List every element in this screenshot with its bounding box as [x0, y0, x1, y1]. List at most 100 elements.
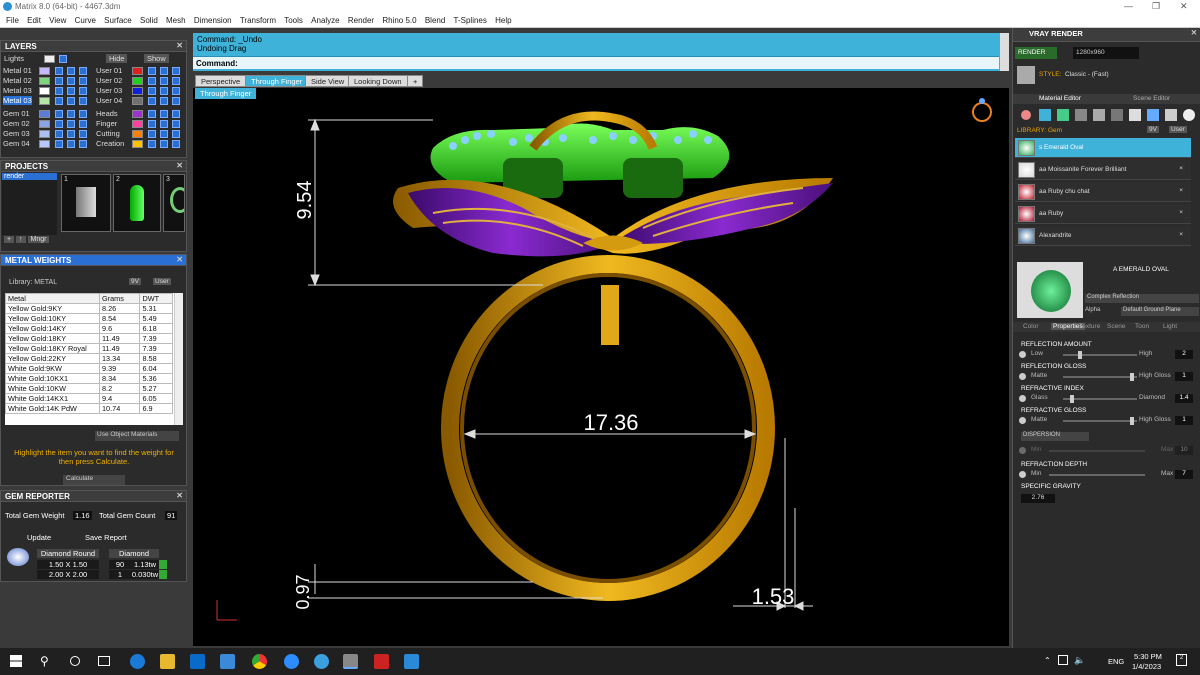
- layer-color-swatch[interactable]: [132, 130, 143, 138]
- cortana-icon[interactable]: [70, 656, 80, 666]
- gem-tool-icon[interactable]: [1039, 109, 1051, 121]
- layer-toggle-icon[interactable]: [79, 97, 87, 105]
- menu-surface[interactable]: Surface: [104, 16, 132, 25]
- slider-thumb[interactable]: [1129, 417, 1134, 425]
- command-input[interactable]: Command:: [193, 56, 999, 69]
- visibility-icon[interactable]: [67, 77, 75, 85]
- delete-icon[interactable]: ×: [1179, 231, 1183, 238]
- library-user-button[interactable]: User: [153, 278, 171, 285]
- visibility-icon[interactable]: [160, 87, 168, 95]
- lock-icon[interactable]: [148, 110, 156, 118]
- layer-toggle-icon[interactable]: [79, 110, 87, 118]
- layer-row-right-6[interactable]: Cutting: [96, 129, 186, 139]
- layer-toggle-icon[interactable]: [172, 87, 180, 95]
- tab-add[interactable]: +: [407, 75, 424, 87]
- table-row[interactable]: White Gold:14KX1 9.4 6.05: [5, 393, 173, 404]
- menu-render[interactable]: Render: [348, 16, 374, 25]
- library-9v-button[interactable]: 9V: [1147, 126, 1159, 133]
- layer-row-right-4[interactable]: Heads: [96, 109, 186, 119]
- material-item[interactable]: aa Ruby chu chat ×: [1015, 182, 1191, 202]
- slider-thumb[interactable]: [1077, 351, 1082, 359]
- style-value[interactable]: Classic - (Fast): [1065, 71, 1109, 78]
- property-slider[interactable]: Matte High Gloss 1: [1019, 416, 1195, 426]
- clock-time[interactable]: 5:30 PM: [1134, 652, 1162, 661]
- visibility-icon[interactable]: [160, 110, 168, 118]
- tab-through-finger[interactable]: Through Finger: [245, 75, 309, 87]
- language-indicator[interactable]: ENG: [1108, 657, 1124, 666]
- slider-value[interactable]: 7: [1175, 470, 1193, 479]
- layer-color-swatch[interactable]: [39, 67, 50, 75]
- tab-side-view[interactable]: Side View: [305, 75, 351, 87]
- layer-toggle-icon[interactable]: [172, 130, 180, 138]
- layer-color-swatch[interactable]: [39, 87, 50, 95]
- layer-toggle-icon[interactable]: [79, 87, 87, 95]
- specific-gravity-value[interactable]: 2.76: [1021, 494, 1055, 503]
- layer-toggle-icon[interactable]: [172, 97, 180, 105]
- menu-curve[interactable]: Curve: [75, 16, 96, 25]
- layer-row-left-5[interactable]: Gem 02: [3, 119, 93, 129]
- metal-tool-icon[interactable]: [1057, 109, 1069, 121]
- table-row[interactable]: White Gold:10KW 8.2 5.27: [5, 383, 173, 394]
- lock-icon[interactable]: [148, 120, 156, 128]
- menu-view[interactable]: View: [49, 16, 66, 25]
- dispersion-select[interactable]: DISPERSION: [1021, 432, 1089, 441]
- menu-transform[interactable]: Transform: [240, 16, 276, 25]
- layer-row-right-2[interactable]: User 03: [96, 86, 186, 96]
- clock-date[interactable]: 1/4/2023: [1132, 662, 1161, 671]
- close-icon[interactable]: ✕: [176, 161, 183, 170]
- delete-icon[interactable]: ×: [1179, 209, 1183, 216]
- store-icon[interactable]: [190, 654, 205, 669]
- light-tool-icon[interactable]: [1183, 109, 1195, 121]
- tab-perspective[interactable]: Perspective: [195, 75, 247, 87]
- layer-color-swatch[interactable]: [39, 130, 50, 138]
- layer-row-right-1[interactable]: User 02: [96, 76, 186, 86]
- menu-edit[interactable]: Edit: [27, 16, 41, 25]
- tab-color[interactable]: Color: [1023, 323, 1039, 330]
- close-icon[interactable]: ✕: [176, 255, 183, 264]
- layer-toggle-icon[interactable]: [172, 110, 180, 118]
- visibility-icon[interactable]: [160, 67, 168, 75]
- ground-plane-select[interactable]: Default Ground Plane: [1121, 307, 1199, 316]
- visibility-icon[interactable]: [67, 120, 75, 128]
- show-button[interactable]: Show: [144, 54, 169, 63]
- network-icon[interactable]: [1058, 655, 1068, 665]
- delete-icon[interactable]: ×: [1179, 165, 1183, 172]
- layer-toggle-icon[interactable]: [172, 140, 180, 148]
- layer-row-right-3[interactable]: User 04: [96, 96, 186, 106]
- material-tool-icon[interactable]: [1093, 109, 1105, 121]
- layer-row-left-6[interactable]: Gem 03: [3, 129, 93, 139]
- visibility-icon[interactable]: [160, 130, 168, 138]
- layer-color-swatch[interactable]: [132, 87, 143, 95]
- tray-chevron-icon[interactable]: ⌃: [1044, 656, 1051, 665]
- notification-icon[interactable]: 2: [1176, 654, 1187, 666]
- use-object-materials-select[interactable]: Use Object Materials: [95, 431, 179, 441]
- gem-row-go-icon[interactable]: [159, 560, 167, 569]
- menu-tsplines[interactable]: T-Splines: [454, 16, 487, 25]
- tab-scene-editor[interactable]: Scene Editor: [1133, 95, 1170, 102]
- slider-value[interactable]: 10: [1175, 446, 1193, 455]
- menu-file[interactable]: File: [6, 16, 19, 25]
- hide-button[interactable]: Hide: [106, 54, 128, 63]
- layer-row-left-0[interactable]: Metal 01: [3, 66, 93, 76]
- zoom-icon[interactable]: [284, 654, 299, 669]
- slider-thumb[interactable]: [1129, 373, 1134, 381]
- lights-swatch[interactable]: [44, 55, 55, 63]
- app-icon[interactable]: [314, 654, 329, 669]
- close-icon[interactable]: ✕: [1180, 1, 1188, 12]
- material-tool-icon[interactable]: [1075, 109, 1087, 121]
- ring-view-icon[interactable]: [972, 98, 992, 122]
- visibility-icon[interactable]: [67, 140, 75, 148]
- visibility-icon[interactable]: [67, 87, 75, 95]
- slider-value[interactable]: 1: [1175, 372, 1193, 381]
- lock-icon[interactable]: [148, 77, 156, 85]
- table-row[interactable]: Yellow Gold:22KY 13.34 8.58: [5, 353, 173, 364]
- slider-thumb[interactable]: [1070, 395, 1075, 403]
- lights-toggle-icon[interactable]: [59, 55, 67, 63]
- tab-scene[interactable]: Scene: [1107, 323, 1125, 330]
- drop-icon[interactable]: [1021, 110, 1031, 120]
- slider-value[interactable]: 2: [1175, 350, 1193, 359]
- lock-icon[interactable]: [55, 110, 63, 118]
- lock-icon[interactable]: [148, 97, 156, 105]
- table-row[interactable]: White Gold:9KW 9.39 6.04: [5, 363, 173, 374]
- volume-icon[interactable]: 🔈: [1074, 655, 1085, 666]
